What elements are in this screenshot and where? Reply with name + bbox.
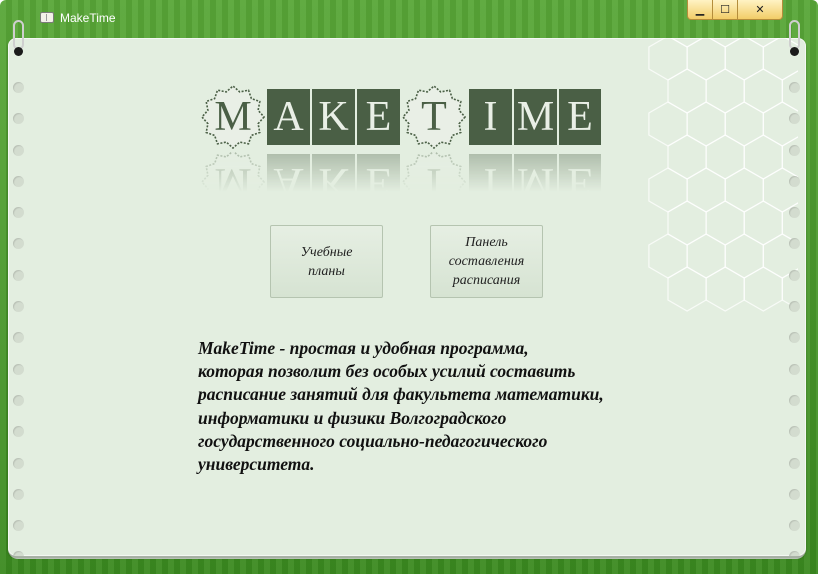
logo-gear-letter: T bbox=[402, 85, 466, 149]
hexagon-cell bbox=[705, 200, 745, 246]
hexagon-cell bbox=[667, 266, 707, 312]
binder-hole bbox=[13, 269, 24, 281]
hexagon-cell bbox=[724, 233, 764, 279]
binder-hole bbox=[789, 520, 800, 532]
logo-letter-tile: A bbox=[267, 89, 310, 145]
binder-hole bbox=[789, 488, 800, 500]
logo-letter-tile: E bbox=[559, 89, 601, 145]
binder-hole bbox=[789, 332, 800, 344]
logo-letter-tile: E bbox=[357, 89, 400, 145]
binder-hole bbox=[789, 457, 800, 469]
logo-letter-tile: M bbox=[514, 154, 557, 192]
binder-ring-right bbox=[789, 20, 800, 58]
hexagon-cell bbox=[648, 233, 688, 279]
logo-letter-tile: I bbox=[469, 154, 512, 192]
binder-hole bbox=[13, 301, 24, 313]
hexagon-cell bbox=[686, 38, 726, 81]
schedule-panel-button[interactable]: Панель составления расписания bbox=[430, 225, 543, 298]
logo-letter-tile: A bbox=[267, 154, 310, 192]
logo-letter-tile: K bbox=[312, 89, 355, 145]
hexagon-cell bbox=[705, 266, 745, 312]
hexagon-cell bbox=[743, 134, 783, 180]
right-holes bbox=[789, 82, 801, 556]
hexagon-cell bbox=[648, 38, 688, 81]
binder-hole bbox=[789, 207, 800, 219]
hexagon-cell bbox=[667, 134, 707, 180]
hexagon-cell bbox=[743, 266, 783, 312]
left-holes bbox=[13, 82, 25, 556]
logo-letter-tile: I bbox=[469, 89, 512, 145]
logo-gear-letter: M bbox=[201, 85, 265, 149]
curriculum-button-label: Учебные планы bbox=[300, 244, 353, 279]
hexagon-cell bbox=[667, 68, 707, 114]
binder-hole bbox=[13, 82, 24, 93]
logo-letter-tile: M bbox=[514, 89, 557, 145]
logo-letter-tile: E bbox=[559, 154, 601, 192]
curriculum-button[interactable]: Учебные планы bbox=[270, 225, 383, 298]
binder-hole bbox=[789, 113, 800, 125]
binder-hole bbox=[13, 426, 24, 438]
binder-hole bbox=[789, 82, 800, 93]
schedule-panel-button-label: Панель составления расписания bbox=[448, 235, 525, 288]
window-controls: ▁ ☐ ✕ bbox=[687, 0, 783, 20]
minimize-button[interactable]: ▁ bbox=[687, 0, 713, 20]
hexagon-cell bbox=[686, 233, 726, 279]
logo-reflection: MAKETIME bbox=[201, 152, 601, 192]
binder-hole bbox=[13, 144, 24, 156]
binder-hole bbox=[13, 520, 24, 532]
binder-hole bbox=[789, 238, 800, 250]
hexagon-cell bbox=[686, 101, 726, 147]
hexagon-cell bbox=[743, 200, 783, 246]
binder-hole bbox=[13, 551, 24, 556]
maximize-button[interactable]: ☐ bbox=[713, 0, 738, 20]
maketime-logo: MAKETIME bbox=[201, 85, 601, 149]
hexagon-cell bbox=[705, 68, 745, 114]
binder-hole bbox=[789, 551, 800, 556]
program-description: MakeTime - простая и удобная программа, … bbox=[198, 338, 604, 475]
binder-hole bbox=[789, 426, 800, 438]
binder-hole bbox=[13, 488, 24, 500]
hexagon-cell bbox=[648, 167, 688, 213]
hexagon-cell bbox=[667, 200, 707, 246]
hexagon-cell bbox=[724, 38, 764, 81]
binder-hole bbox=[789, 363, 800, 375]
hexagon-cell bbox=[724, 101, 764, 147]
hexagon-pattern bbox=[648, 38, 798, 312]
hexagon-cell bbox=[648, 101, 688, 147]
logo-letter-tile: E bbox=[357, 154, 400, 192]
binder-hole bbox=[13, 332, 24, 344]
logo-gear-letter: T bbox=[402, 152, 466, 192]
binder-hole bbox=[13, 207, 24, 219]
binder-hole bbox=[13, 394, 24, 406]
logo-gear-letter: M bbox=[201, 152, 265, 192]
binder-hole bbox=[789, 144, 800, 156]
binder-hole bbox=[13, 175, 24, 187]
binder-hole bbox=[789, 175, 800, 187]
binder-hole bbox=[789, 394, 800, 406]
logo-letter-tile: K bbox=[312, 154, 355, 192]
binder-hole bbox=[13, 238, 24, 250]
binder-hole bbox=[13, 457, 24, 469]
hexagon-cell bbox=[686, 167, 726, 213]
binder-hole bbox=[789, 301, 800, 313]
binder-hole bbox=[789, 269, 800, 281]
hexagon-cell bbox=[743, 68, 783, 114]
hexagon-cell bbox=[724, 167, 764, 213]
notebook-icon bbox=[40, 12, 54, 23]
close-button[interactable]: ✕ bbox=[738, 0, 783, 20]
binder-ring-left bbox=[13, 20, 24, 58]
binder-hole bbox=[13, 363, 24, 375]
app-window: MakeTime ▁ ☐ ✕ MAKETIME MAKETIME Учебные… bbox=[0, 0, 818, 574]
binder-hole bbox=[13, 113, 24, 125]
hexagon-cell bbox=[705, 134, 745, 180]
window-title: MakeTime bbox=[60, 11, 116, 25]
